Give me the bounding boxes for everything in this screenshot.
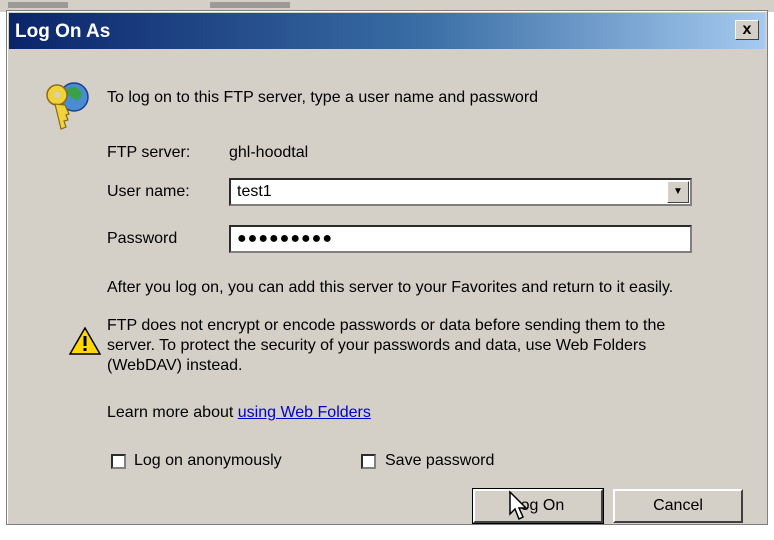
mouse-cursor-icon bbox=[509, 490, 528, 521]
anonymous-checkbox[interactable] bbox=[111, 454, 126, 469]
warning-line-2: server. To protect the security of your … bbox=[107, 337, 647, 354]
close-icon: x bbox=[742, 21, 752, 38]
ftp-server-label: FTP server: bbox=[107, 144, 191, 161]
chevron-down-icon: ▼ bbox=[673, 186, 683, 197]
user-name-label: User name: bbox=[107, 183, 190, 200]
dialog-title: Log On As bbox=[15, 21, 111, 42]
web-folders-link[interactable]: using Web Folders bbox=[238, 404, 371, 421]
learn-more-prefix: Learn more about bbox=[107, 404, 234, 421]
cancel-label: Cancel bbox=[653, 497, 703, 514]
warning-line-3: (WebDAV) instead. bbox=[107, 357, 243, 374]
strip-segment bbox=[8, 2, 68, 8]
user-name-combobox[interactable]: test1 ▼ bbox=[229, 178, 692, 206]
warning-icon bbox=[69, 326, 101, 355]
strip-segment bbox=[210, 2, 290, 8]
log-on-as-dialog: Log On As x To log on to this FTP server… bbox=[6, 10, 768, 525]
user-name-value[interactable]: test1 bbox=[237, 183, 272, 201]
ftp-server-value: ghl-hoodtal bbox=[229, 144, 309, 161]
password-label: Password bbox=[107, 230, 178, 247]
save-password-label[interactable]: Save password bbox=[385, 452, 494, 470]
save-password-checkbox[interactable] bbox=[361, 454, 376, 469]
log-on-button[interactable]: Log On bbox=[472, 488, 604, 524]
key-icon bbox=[46, 82, 89, 130]
warning-line-1: FTP does not encrypt or encode passwords… bbox=[107, 317, 666, 334]
favorites-note: After you log on, you can add this serve… bbox=[107, 279, 674, 296]
password-field[interactable]: ●●●●●●●●● bbox=[229, 225, 692, 253]
intro-text: To log on to this FTP server, type a use… bbox=[107, 89, 539, 106]
cancel-button[interactable]: Cancel bbox=[613, 489, 743, 523]
learn-more-text: Learn more about using Web Folders bbox=[107, 404, 371, 422]
anonymous-label[interactable]: Log on anonymously bbox=[134, 452, 282, 470]
close-button[interactable]: x bbox=[735, 20, 759, 40]
user-name-dropdown-button[interactable]: ▼ bbox=[667, 181, 689, 203]
password-value[interactable]: ●●●●●●●●● bbox=[237, 230, 333, 248]
title-bar[interactable]: Log On As x bbox=[9, 13, 765, 49]
